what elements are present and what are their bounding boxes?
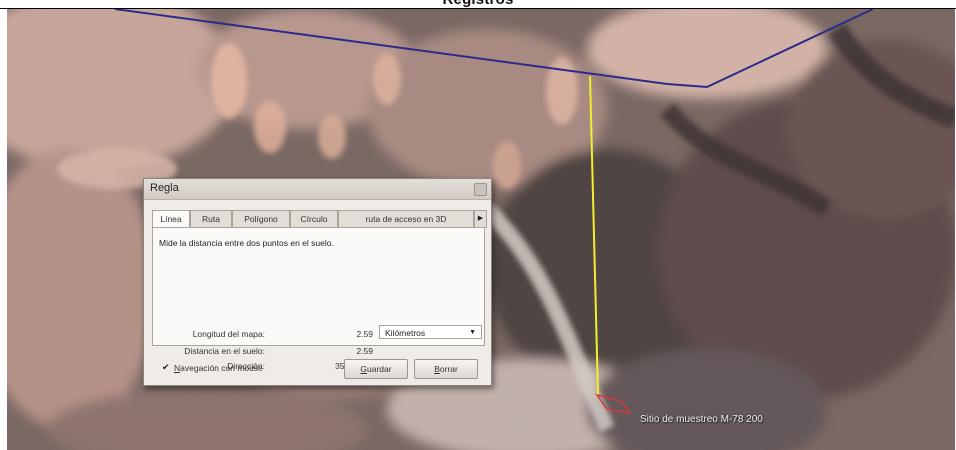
unit-select[interactable]: Kilómetros ▼ [379,325,482,339]
tab-scroll-right-icon[interactable]: ▶ [474,210,487,228]
dialog-title: Regla [150,182,179,194]
mouse-nav-label: Navegación con mouse [174,363,263,373]
map-length-value: 2.59 [356,329,373,339]
placemark-label: Sitio de muestreo M-78 200 [640,414,763,425]
dialog-titlebar[interactable]: Regla [144,179,491,200]
tab-circulo[interactable]: Círculo [290,210,338,228]
sampling-site-placemark[interactable] [595,393,632,415]
mouse-nav-checkbox[interactable]: ✔ [162,363,171,372]
ground-distance-label: Distancia en el suelo: [184,346,265,356]
tab-ruta-3d[interactable]: ruta de acceso en 3D [338,210,474,228]
tab-poligono[interactable]: Polígono [232,210,290,228]
page-title: Registros [0,0,956,8]
ruler-description: Mide la distancia entre dos puntos en el… [159,238,334,248]
route-path-line[interactable] [114,9,874,89]
map-length-label: Longitud del mapa: [192,329,265,339]
unit-select-value: Kilómetros [385,328,426,338]
header-bar: Registros [0,0,956,9]
close-icon[interactable] [474,183,487,196]
ruler-measure-line[interactable] [589,75,599,396]
chevron-down-icon: ▼ [469,329,476,336]
ruler-tabs: Línea Ruta Polígono Círculo ruta de acce… [152,210,487,229]
tab-ruta[interactable]: Ruta [190,210,232,228]
dialog-footer: ✔ Navegación con mouse Guardar Borrar [152,356,483,379]
ruler-dialog: Regla Línea Ruta Polígono Círculo ruta d… [143,178,492,386]
clear-button[interactable]: Borrar [414,359,478,379]
ground-distance-value: 2.59 [356,346,373,356]
save-button[interactable]: Guardar [344,359,408,379]
line-panel: Mide la distancia entre dos puntos en el… [152,227,485,371]
